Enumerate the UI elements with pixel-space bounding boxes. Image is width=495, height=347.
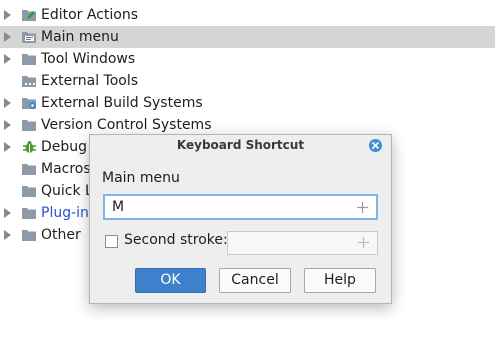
- folder-icon: [22, 118, 37, 132]
- tree-item-label: Debug: [41, 139, 88, 155]
- close-icon[interactable]: [369, 139, 382, 152]
- folder-icon: [22, 228, 37, 242]
- tree-item-label: Editor Actions: [41, 7, 139, 23]
- expand-arrow-icon[interactable]: [4, 142, 11, 152]
- second-stroke-label[interactable]: Second stroke:: [124, 232, 228, 248]
- tree-item-tool-windows[interactable]: Tool Windows: [0, 48, 495, 70]
- expand-arrow-icon[interactable]: [4, 98, 11, 108]
- tree-item-label: Macros: [41, 161, 91, 177]
- first-stroke-field[interactable]: M: [103, 194, 378, 220]
- folder-pencil-icon: [22, 8, 37, 22]
- ok-button[interactable]: OK: [135, 268, 206, 293]
- tree-item-external-build-systems[interactable]: External Build Systems: [0, 92, 495, 114]
- tree-item-label: Other: [41, 227, 81, 243]
- bug-icon: [22, 140, 37, 154]
- cancel-button[interactable]: Cancel: [219, 268, 291, 293]
- dialog-heading: Main menu: [102, 170, 180, 186]
- folder-icon: [22, 162, 37, 176]
- tree-item-label: Main menu: [41, 29, 119, 45]
- dialog-titlebar[interactable]: Keyboard Shortcut: [90, 135, 391, 157]
- tree-item-main-menu[interactable]: Main menu: [0, 26, 495, 48]
- folder-gear-icon: [22, 96, 37, 110]
- folder-icon: [22, 52, 37, 66]
- expand-arrow-icon[interactable]: [4, 120, 11, 130]
- expand-arrow-icon[interactable]: [4, 32, 11, 42]
- tree-item-label: Quick L: [41, 183, 93, 199]
- expand-arrow-icon[interactable]: [4, 208, 11, 218]
- tree-item-label: External Tools: [41, 73, 139, 89]
- tree-item-label: Version Control Systems: [41, 117, 212, 133]
- expand-arrow-icon[interactable]: [4, 230, 11, 240]
- folder-dots-icon: [22, 74, 37, 88]
- keyboard-shortcut-dialog: Keyboard Shortcut Main menu M Second str…: [89, 134, 392, 304]
- tree-item-editor-actions[interactable]: Editor Actions: [0, 4, 495, 26]
- tree-item-external-tools[interactable]: External Tools: [0, 70, 495, 92]
- plus-icon[interactable]: [357, 202, 368, 213]
- second-stroke-checkbox[interactable]: [105, 235, 118, 248]
- plus-icon[interactable]: [358, 237, 369, 248]
- expand-arrow-icon[interactable]: [4, 10, 11, 20]
- dialog-title: Keyboard Shortcut: [176, 138, 305, 152]
- folder-icon: [22, 206, 37, 220]
- folder-menu-icon: [22, 30, 37, 44]
- tree-item-label: External Build Systems: [41, 95, 203, 111]
- expand-arrow-icon[interactable]: [4, 54, 11, 64]
- tree-item-label: Plug-in: [41, 205, 89, 221]
- first-stroke-value: M: [112, 199, 125, 215]
- second-stroke-field[interactable]: [227, 231, 378, 255]
- tree-item-label: Tool Windows: [41, 51, 136, 67]
- folder-icon: [22, 184, 37, 198]
- help-button[interactable]: Help: [304, 268, 376, 293]
- tree-item-version-control-systems[interactable]: Version Control Systems: [0, 114, 495, 136]
